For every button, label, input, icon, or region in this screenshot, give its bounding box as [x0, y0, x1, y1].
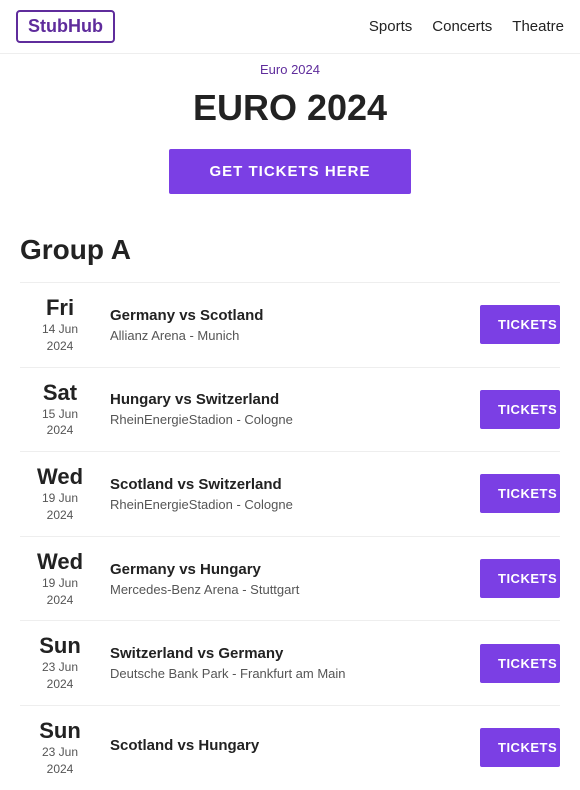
event-day: Fri [20, 295, 100, 321]
group-a-section: Group A Fri 14 Jun2024 Germany vs Scotla… [0, 214, 580, 790]
event-date: Sun 23 Jun2024 [20, 633, 100, 693]
tickets-button[interactable]: TICKETS [480, 305, 560, 344]
events-list: Fri 14 Jun2024 Germany vs Scotland Allia… [20, 282, 560, 790]
tickets-button[interactable]: TICKETS [480, 559, 560, 598]
group-title: Group A [20, 234, 560, 266]
event-date: Sat 15 Jun2024 [20, 380, 100, 440]
event-date: Wed 19 Jun2024 [20, 464, 100, 524]
event-venue: Mercedes-Benz Arena - Stuttgart [110, 582, 470, 597]
event-name: Germany vs Scotland [110, 307, 470, 324]
nav: Sports Concerts Theatre [369, 18, 564, 35]
event-date: Fri 14 Jun2024 [20, 295, 100, 355]
event-row: Wed 19 Jun2024 Scotland vs Switzerland R… [20, 451, 560, 536]
page-title: EURO 2024 [20, 87, 560, 129]
event-day: Sun [20, 633, 100, 659]
event-date-detail: 19 Jun2024 [20, 575, 100, 609]
header: StubHub Sports Concerts Theatre [0, 0, 580, 54]
event-row: Sun 23 Jun2024 Scotland vs Hungary TICKE… [20, 705, 560, 790]
event-row: Wed 19 Jun2024 Germany vs Hungary Merced… [20, 536, 560, 621]
event-row: Sun 23 Jun2024 Switzerland vs Germany De… [20, 620, 560, 705]
event-row: Fri 14 Jun2024 Germany vs Scotland Allia… [20, 282, 560, 367]
event-info: Scotland vs Switzerland RheinEnergieStad… [110, 476, 470, 512]
event-date-detail: 23 Jun2024 [20, 659, 100, 693]
event-date: Wed 19 Jun2024 [20, 549, 100, 609]
tickets-button[interactable]: TICKETS [480, 728, 560, 767]
nav-item-concerts[interactable]: Concerts [432, 18, 492, 35]
event-name: Scotland vs Hungary [110, 737, 470, 754]
event-info: Hungary vs Switzerland RheinEnergieStadi… [110, 391, 470, 427]
tickets-button[interactable]: TICKETS [480, 644, 560, 683]
event-name: Switzerland vs Germany [110, 645, 470, 662]
event-info: Switzerland vs Germany Deutsche Bank Par… [110, 645, 470, 681]
event-day: Sun [20, 718, 100, 744]
event-venue: RheinEnergieStadion - Cologne [110, 497, 470, 512]
event-date-detail: 14 Jun2024 [20, 321, 100, 355]
get-tickets-cta[interactable]: GET TICKETS HERE [169, 149, 410, 194]
nav-item-theatre[interactable]: Theatre [512, 18, 564, 35]
tickets-button[interactable]: TICKETS [480, 390, 560, 429]
event-day: Wed [20, 464, 100, 490]
event-info: Germany vs Hungary Mercedes-Benz Arena -… [110, 561, 470, 597]
event-venue: Deutsche Bank Park - Frankfurt am Main [110, 666, 470, 681]
event-venue: RheinEnergieStadion - Cologne [110, 412, 470, 427]
event-info: Scotland vs Hungary [110, 737, 470, 758]
logo: StubHub [16, 10, 115, 43]
event-name: Scotland vs Switzerland [110, 476, 470, 493]
event-name: Hungary vs Switzerland [110, 391, 470, 408]
event-info: Germany vs Scotland Allianz Arena - Muni… [110, 307, 470, 343]
breadcrumb[interactable]: Euro 2024 [0, 54, 580, 77]
event-venue: Allianz Arena - Munich [110, 328, 470, 343]
tickets-button[interactable]: TICKETS [480, 474, 560, 513]
event-date: Sun 23 Jun2024 [20, 718, 100, 778]
event-date-detail: 15 Jun2024 [20, 406, 100, 440]
nav-item-sports[interactable]: Sports [369, 18, 412, 35]
event-date-detail: 19 Jun2024 [20, 490, 100, 524]
event-name: Germany vs Hungary [110, 561, 470, 578]
event-day: Sat [20, 380, 100, 406]
hero-section: EURO 2024 GET TICKETS HERE [0, 77, 580, 214]
event-date-detail: 23 Jun2024 [20, 744, 100, 778]
event-day: Wed [20, 549, 100, 575]
event-row: Sat 15 Jun2024 Hungary vs Switzerland Rh… [20, 367, 560, 452]
